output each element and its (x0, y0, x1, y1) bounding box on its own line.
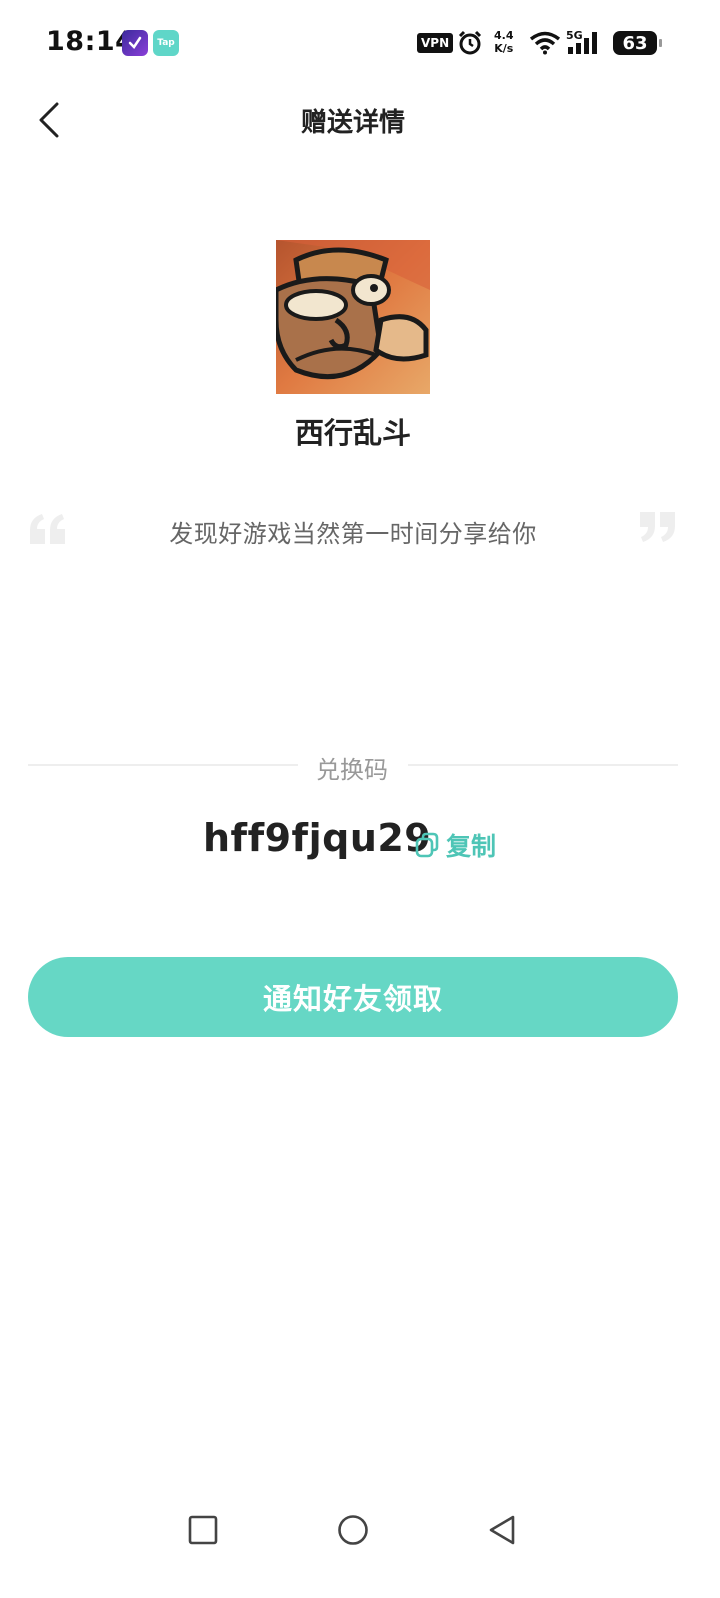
battery-indicator: 63 (613, 31, 662, 55)
notify-friend-button[interactable]: 通知好友领取 (28, 957, 678, 1037)
recent-apps-square-icon[interactable] (185, 1512, 221, 1548)
share-message: 发现好游戏当然第一时间分享给你 (169, 520, 537, 548)
page-title: 赠送详情 (300, 108, 405, 138)
divider (28, 764, 298, 766)
network-type-label: 5G (566, 29, 583, 42)
copy-button[interactable]: 复制 (414, 828, 496, 862)
copy-label: 复制 (446, 832, 497, 861)
home-circle-icon[interactable] (335, 1512, 371, 1548)
game-name: 西行乱斗 (294, 416, 411, 450)
divider (408, 764, 678, 766)
alarm-icon (458, 30, 482, 55)
notification-app-icon (122, 30, 148, 56)
wifi-icon (529, 31, 561, 55)
network-speed-unit: K/s (494, 42, 514, 55)
status-bar: 18:14 Tap VPN 4.4 K/s 5G 63 (0, 0, 720, 88)
game-cover-image (276, 240, 430, 394)
signal-icon: 5G (566, 29, 597, 54)
close-quote-icon (640, 512, 675, 542)
redeem-code-label: 兑换码 (316, 756, 388, 784)
redeem-code: hff9fjqu29 (203, 816, 432, 860)
network-speed-value: 4.4 (494, 29, 514, 42)
nav-back-triangle-icon[interactable] (485, 1512, 521, 1548)
vpn-badge: VPN (417, 33, 454, 53)
taptap-app-icon: Tap (153, 30, 179, 56)
copy-icon (415, 832, 439, 858)
network-speed: 4.4 K/s (494, 29, 514, 55)
